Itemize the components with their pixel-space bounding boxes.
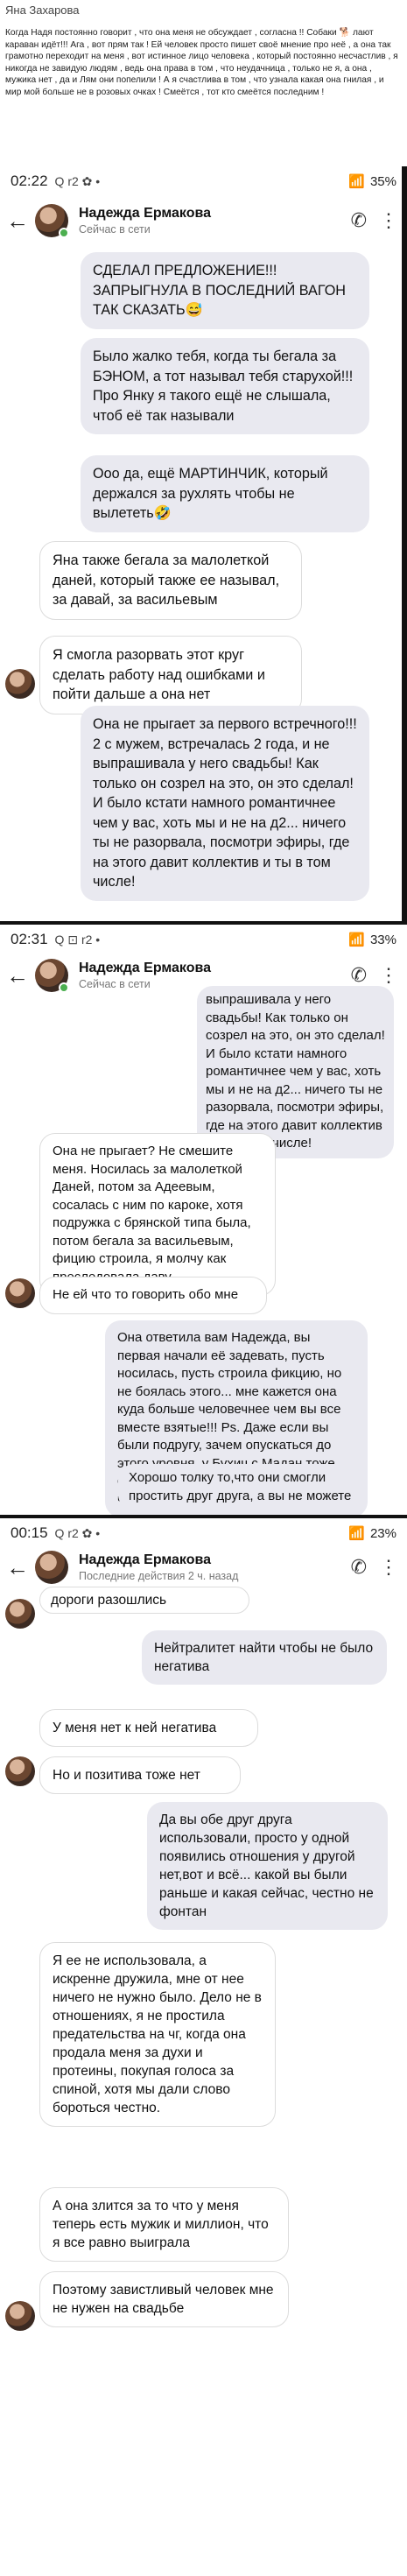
contact-name: Надежда Ермакова (79, 961, 211, 975)
message-bubble-out: Она не прыгает за первого встречного!!! … (81, 706, 369, 901)
post-body: Когда Надя постоянно говорит , что она м… (5, 28, 398, 97)
chat-screenshot-2: 02:31 Q ⊡ r2 • 📶 33% ← Надежда Ермакова … (0, 925, 407, 1515)
message-bubble-out: Ооо да, ещё МАРТИНЧИК, который держался … (81, 455, 369, 532)
signal-icon: 📶 (348, 1526, 365, 1541)
message-bubble-in: Я ее не использовала, а искренне дружила… (39, 1942, 276, 2127)
back-arrow-icon[interactable]: ← (0, 1554, 35, 1581)
back-arrow-icon[interactable]: ← (0, 962, 35, 989)
phone-icon[interactable]: ✆ (351, 964, 367, 987)
screenshot-edge (402, 166, 407, 921)
message-bubble-out: Было жалко тебя, когда ты бегала за БЭНО… (81, 338, 369, 434)
contact-status: Сейчас в сети (79, 223, 151, 236)
contact-info[interactable]: Надежда Ермакова Последние действия 2 ч.… (79, 1552, 238, 1582)
notification-icons: Q ⊡ r2 • (54, 932, 101, 947)
contact-avatar[interactable] (35, 1551, 68, 1584)
phone-icon[interactable]: ✆ (351, 209, 367, 232)
message-bubble-out: Нейтралитет найти чтобы не было негатива (142, 1630, 387, 1685)
phone-icon[interactable]: ✆ (351, 1556, 367, 1579)
online-dot-icon (59, 228, 69, 238)
sender-avatar[interactable] (5, 1278, 35, 1308)
contact-name: Надежда Ермакова (79, 206, 211, 221)
more-icon[interactable]: ⋮ (379, 209, 398, 232)
battery-level: 33% (369, 932, 396, 947)
notification-icons: Q r2 ✿ • (54, 173, 101, 188)
message-bubble-in: Но и позитива тоже нет (39, 1756, 241, 1794)
clock: 02:22 (11, 172, 48, 189)
message-bubble-in: У меня нет к ней негатива (39, 1709, 258, 1747)
signal-icon: 📶 (348, 933, 365, 947)
message-bubble-in: Я смогла разорвать этот круг сделать раб… (39, 636, 302, 714)
message-bubble-in: Не ей что то говорить обо мне (39, 1277, 267, 1314)
status-bar: 02:22 Q r2 ✿ • 📶 35% (0, 166, 407, 196)
message-bubble-in: дороги разошлись (39, 1587, 249, 1614)
more-icon[interactable]: ⋮ (379, 964, 398, 987)
message-bubble-in: Поэтому завистливый человек мне не нужен… (39, 2271, 289, 2327)
contact-status: Сейчас в сети (79, 978, 151, 990)
post-author: Яна Захарова (5, 4, 80, 17)
message-bubble-in: Яна также бегала за малолеткой даней, ко… (39, 541, 302, 620)
sender-avatar[interactable] (5, 1756, 35, 1786)
sender-avatar[interactable] (5, 2301, 35, 2331)
chat-screenshot-3: 00:15 Q r2 ✿ • 📶 23% ← Надежда Ермакова … (0, 1518, 407, 2576)
chat-header: ← Надежда Ермакова Сейчас в сети ✆ ⋮ (0, 196, 407, 245)
sender-avatar[interactable] (5, 669, 35, 699)
battery-level: 35% (369, 173, 396, 189)
sender-avatar[interactable] (5, 1599, 35, 1629)
online-dot-icon (59, 982, 69, 993)
contact-info[interactable]: Надежда Ермакова Сейчас в сети (79, 206, 211, 236)
contact-status: Последние действия 2 ч. назад (79, 1570, 239, 1582)
contact-avatar[interactable] (35, 959, 69, 993)
contact-name: Надежда Ермакова (79, 1552, 211, 1567)
notification-icons: Q r2 ✿ • (54, 1525, 101, 1540)
chat-header: ← Надежда Ермакова Последние действия 2 … (0, 1543, 407, 1592)
post-text-block: Яна Захарова Когда Надя постоянно говори… (0, 0, 407, 166)
message-bubble-out: Хорошо толку то,что они смогли простить … (118, 1464, 368, 1510)
battery-level: 23% (369, 1525, 396, 1541)
message-bubble-out: СДЕЛАЛ ПРЕДЛОЖЕНИЕ!!! ЗАПРЫГНУЛА В ПОСЛЕ… (81, 252, 369, 329)
message-bubble-in: А она злится за то что у меня теперь ест… (39, 2187, 289, 2262)
contact-avatar[interactable] (35, 204, 69, 238)
message-bubble-out: Да вы обе друг друга использовали, прост… (147, 1802, 388, 1930)
message-bubble-in: Она не прыгает? Не смешите меня. Носилас… (39, 1133, 276, 1296)
clock: 02:31 (11, 931, 48, 947)
signal-icon: 📶 (348, 174, 365, 189)
clock: 00:15 (11, 1524, 48, 1541)
chat-screenshot-1: 02:22 Q r2 ✿ • 📶 35% ← Надежда Ермакова … (0, 166, 407, 921)
contact-info[interactable]: Надежда Ермакова Сейчас в сети (79, 961, 211, 990)
more-icon[interactable]: ⋮ (379, 1556, 398, 1579)
status-bar: 02:31 Q ⊡ r2 • 📶 33% (0, 925, 407, 954)
back-arrow-icon[interactable]: ← (0, 208, 35, 235)
